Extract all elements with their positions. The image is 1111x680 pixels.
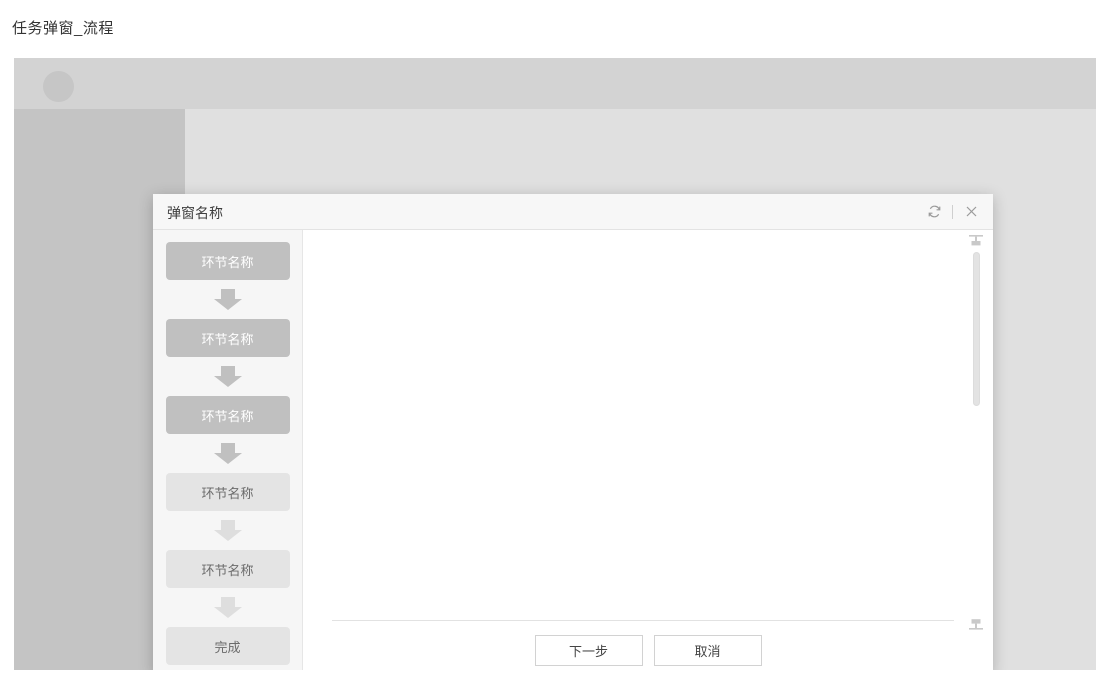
step-3[interactable]: 环节名称: [165, 396, 290, 434]
step-arrow-3: [211, 443, 245, 464]
step-2[interactable]: 环节名称: [165, 319, 290, 357]
step-label: 环节名称: [201, 254, 254, 270]
header-divider: [952, 204, 953, 219]
app-topbar: [14, 58, 1096, 109]
app-frame: 弹窗名称 环节名称 环节名称 环节名称 环节名称 环节名称 完成 下一步 取消: [14, 58, 1096, 670]
scroll-bottom-handle-icon[interactable]: [969, 617, 983, 630]
modal-dialog: 弹窗名称 环节名称 环节名称 环节名称 环节名称 环节名称 完成 下一步 取消: [153, 194, 993, 670]
step-arrow-2: [211, 366, 245, 387]
footer-divider: [332, 620, 954, 621]
step-label: 环节名称: [201, 331, 254, 347]
content-scrollbar[interactable]: [973, 252, 980, 606]
step-4[interactable]: 环节名称: [165, 473, 290, 511]
cancel-button[interactable]: 取消: [653, 635, 762, 666]
step-label: 环节名称: [201, 562, 254, 578]
step-label: 环节名称: [201, 485, 254, 501]
step-label: 完成: [214, 639, 241, 655]
step-5[interactable]: 环节名称: [165, 550, 290, 588]
step-label: 环节名称: [201, 408, 254, 424]
dialog-footer: 下一步 取消: [303, 635, 993, 666]
next-step-button[interactable]: 下一步: [534, 635, 643, 666]
dialog-header: 弹窗名称: [153, 194, 993, 230]
close-icon[interactable]: [962, 203, 980, 221]
dialog-content-pane: 下一步 取消: [303, 230, 993, 670]
dialog-title: 弹窗名称: [167, 205, 223, 221]
step-1[interactable]: 环节名称: [165, 242, 290, 280]
steps-rail: 环节名称 环节名称 环节名称 环节名称 环节名称 完成: [153, 230, 303, 670]
refresh-icon[interactable]: [925, 203, 943, 221]
step-6-complete[interactable]: 完成: [165, 627, 290, 665]
page-title: 任务弹窗_流程: [12, 20, 114, 37]
step-arrow-5: [211, 597, 245, 618]
scrollbar-thumb[interactable]: [973, 252, 980, 406]
dialog-body: 环节名称 环节名称 环节名称 环节名称 环节名称 完成 下一步 取消: [153, 230, 993, 670]
dialog-header-actions: [925, 194, 980, 229]
step-arrow-1: [211, 289, 245, 310]
avatar: [43, 71, 74, 102]
scroll-top-handle-icon[interactable]: [969, 234, 983, 246]
step-arrow-4: [211, 520, 245, 541]
